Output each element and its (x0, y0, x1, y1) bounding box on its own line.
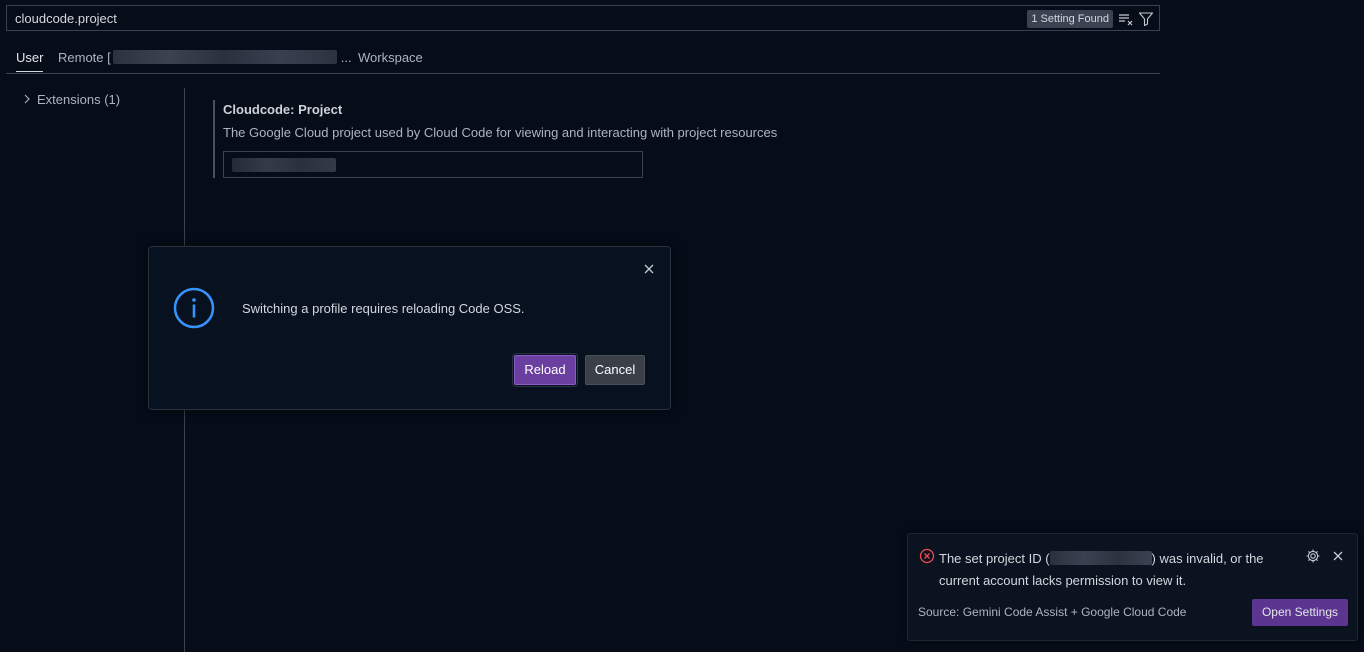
search-input[interactable]: cloudcode.project (15, 11, 117, 26)
notification-message-part1: The set project ID ( (939, 551, 1050, 566)
notification-message: The set project ID () was invalid, or th… (939, 548, 1279, 592)
reload-button[interactable]: Reload (512, 353, 578, 387)
filter-icon[interactable] (1138, 11, 1154, 27)
clear-filter-icon[interactable] (1118, 11, 1134, 27)
chevron-right-icon (22, 92, 34, 107)
tab-user[interactable]: User (16, 50, 44, 72)
close-icon[interactable] (641, 261, 657, 277)
info-icon (173, 287, 215, 329)
notification-source: Source: Gemini Code Assist + Google Clou… (918, 605, 1187, 619)
dialog-message: Switching a profile requires reloading C… (242, 301, 525, 316)
setting-category: Cloudcode: (223, 102, 299, 117)
redacted-remote-name (112, 50, 337, 64)
reload-dialog: Switching a profile requires reloading C… (148, 246, 671, 410)
setting-description: The Google Cloud project used by Cloud C… (223, 125, 778, 140)
tab-remote-ellipsis: ... (340, 50, 352, 65)
redacted-project-id (1049, 551, 1152, 565)
setting-title: Cloudcode: Project (223, 102, 342, 117)
settings-scope-tabs: User Remote [... Workspace (6, 40, 1160, 74)
cancel-button[interactable]: Cancel (585, 355, 645, 385)
search-result-count-badge: 1 Setting Found (1027, 10, 1113, 28)
error-icon (919, 548, 935, 564)
project-id-input[interactable] (223, 151, 643, 178)
tab-remote[interactable]: Remote [... (58, 50, 352, 71)
open-settings-button[interactable]: Open Settings (1252, 599, 1348, 626)
tab-workspace[interactable]: Workspace (358, 50, 423, 71)
setting-cloudcode-project: Cloudcode: Project The Google Cloud proj… (213, 100, 913, 178)
toc-item-extensions[interactable]: Extensions (1) (22, 92, 120, 107)
redacted-project-id (232, 158, 336, 172)
gear-icon[interactable] (1305, 548, 1321, 564)
error-notification: The set project ID () was invalid, or th… (907, 533, 1358, 641)
close-icon[interactable] (1330, 548, 1346, 564)
settings-search-bar[interactable]: cloudcode.project 1 Setting Found (6, 5, 1160, 31)
tab-remote-label: Remote [ (58, 50, 111, 65)
setting-name: Project (298, 102, 343, 117)
toc-item-label: Extensions (1) (37, 92, 121, 107)
